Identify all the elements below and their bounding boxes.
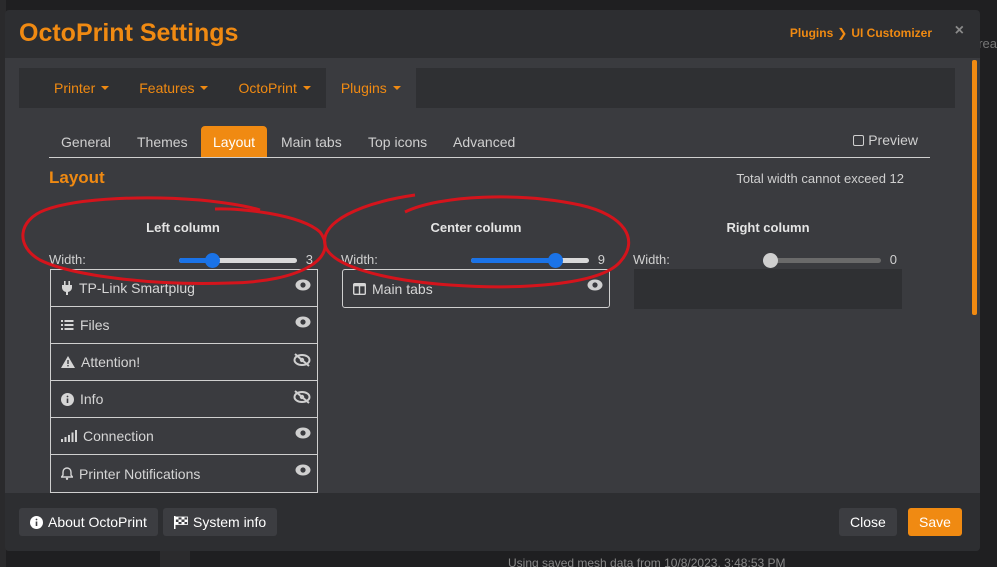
width-note: Total width cannot exceed 12 — [736, 171, 904, 186]
caret-down-icon — [101, 86, 110, 90]
left-width-slider[interactable] — [179, 253, 297, 268]
width-label: Width: — [341, 252, 378, 267]
nav-octoprint[interactable]: OctoPrint — [223, 68, 325, 108]
about-octoprint-button[interactable]: About OctoPrint — [19, 508, 158, 536]
columns-icon — [353, 282, 366, 295]
system-info-button[interactable]: System info — [163, 508, 278, 536]
info-icon — [30, 515, 43, 529]
tab-general[interactable]: General — [49, 126, 123, 157]
center-width-slider[interactable] — [471, 253, 589, 268]
eye-icon[interactable] — [295, 316, 311, 328]
panel-label: Files — [80, 317, 110, 333]
list-icon — [61, 320, 74, 330]
about-label: About OctoPrint — [48, 514, 147, 530]
slider-fill — [471, 258, 556, 263]
caret-down-icon — [200, 86, 209, 90]
plug-icon — [62, 281, 72, 295]
slider-thumb[interactable] — [548, 253, 564, 268]
panel-printer-notifications[interactable]: Printer Notifications — [51, 455, 317, 492]
width-label: Width: — [633, 252, 670, 267]
tab-main-tabs[interactable]: Main tabs — [269, 126, 354, 157]
preview-label: Preview — [868, 132, 918, 148]
modal-body: Printer Features OctoPrint Plugins Gener… — [5, 58, 980, 493]
caret-down-icon — [302, 86, 311, 90]
system-info-label: System info — [193, 514, 267, 530]
modal-footer: About OctoPrint System info Close Save — [5, 493, 980, 551]
nav-printer-label: Printer — [54, 80, 96, 96]
panel-label: TP-Link Smartplug — [79, 280, 195, 296]
left-column-title: Left column — [146, 220, 220, 235]
background-text: rea — [978, 36, 997, 51]
right-column-title: Right column — [726, 220, 810, 235]
preview-checkbox[interactable] — [853, 134, 865, 146]
left-width-value: 3 — [305, 252, 313, 267]
panel-files[interactable]: Files — [51, 307, 317, 344]
nav-features-label: Features — [139, 80, 195, 96]
panel-info[interactable]: Info — [51, 381, 317, 418]
settings-modal: OctoPrint Settings Plugins ❯ UI Customiz… — [5, 10, 980, 551]
caret-down-icon — [392, 86, 401, 90]
nav-plugins[interactable]: Plugins — [325, 68, 416, 108]
nav-features[interactable]: Features — [124, 68, 223, 108]
panel-tp-link-smartplug[interactable]: TP-Link Smartplug — [51, 270, 317, 307]
width-label: Width: — [49, 252, 86, 267]
layout-heading: Layout — [49, 168, 105, 187]
panel-connection[interactable]: Connection — [51, 418, 317, 455]
bell-icon — [61, 467, 73, 480]
layout-tabs: General Themes Layout Main tabs Top icon… — [49, 126, 930, 158]
tab-top-icons[interactable]: Top icons — [356, 126, 439, 157]
slider-thumb[interactable] — [763, 253, 778, 268]
center-column-width-row: Width: 9 — [341, 250, 609, 270]
modal-title: OctoPrint Settings — [19, 19, 239, 47]
center-column-title: Center column — [430, 220, 522, 235]
modal-header: OctoPrint Settings Plugins ❯ UI Customiz… — [5, 10, 980, 58]
panel-attention[interactable]: Attention! — [51, 344, 317, 381]
preview-toggle[interactable]: Preview — [853, 132, 918, 148]
eye-icon[interactable] — [295, 279, 311, 291]
breadcrumb-parent[interactable]: Plugins — [790, 26, 833, 40]
breadcrumb-current: UI Customizer — [851, 26, 932, 40]
right-width-slider[interactable] — [763, 253, 881, 268]
close-button[interactable]: Close — [839, 508, 897, 536]
tab-advanced[interactable]: Advanced — [441, 126, 527, 157]
eye-icon[interactable] — [587, 279, 603, 291]
modal-scrollbar[interactable] — [972, 60, 977, 315]
eye-icon[interactable] — [295, 464, 311, 476]
right-column-width-row: Width: 0 — [633, 250, 901, 270]
left-column-width-row: Width: 3 — [49, 250, 317, 270]
save-button[interactable]: Save — [908, 508, 962, 536]
background-status-text: Using saved mesh data from 10/8/2023, 3:… — [508, 556, 786, 567]
right-panel-dropzone[interactable] — [634, 269, 902, 309]
panel-label: Connection — [83, 428, 154, 444]
center-width-value: 9 — [597, 252, 605, 267]
nav-octoprint-label: OctoPrint — [238, 80, 297, 96]
settings-nav: Printer Features OctoPrint Plugins — [19, 68, 955, 108]
center-panel-list: Main tabs — [342, 269, 610, 308]
panel-main-tabs[interactable]: Main tabs — [343, 270, 609, 307]
eye-slash-icon[interactable] — [293, 390, 311, 404]
close-icon[interactable]: × — [955, 22, 964, 40]
chevron-right-icon: ❯ — [837, 26, 848, 40]
panel-label: Info — [80, 391, 104, 407]
eye-icon[interactable] — [295, 427, 311, 439]
nav-printer[interactable]: Printer — [39, 68, 124, 108]
flag-checkered-icon — [174, 515, 188, 529]
warning-icon — [61, 356, 75, 368]
left-panel-list: TP-Link Smartplug Files Attention! Info — [50, 269, 318, 493]
tab-themes[interactable]: Themes — [125, 126, 200, 157]
panel-label: Main tabs — [372, 280, 433, 297]
nav-plugins-label: Plugins — [340, 80, 387, 96]
slider-thumb[interactable] — [204, 253, 220, 268]
breadcrumb: Plugins ❯ UI Customizer — [790, 26, 932, 40]
info-icon — [61, 392, 74, 406]
signal-icon — [61, 430, 77, 442]
tab-layout[interactable]: Layout — [201, 126, 268, 157]
right-width-value: 0 — [889, 252, 897, 267]
panel-label: Attention! — [81, 354, 141, 370]
eye-slash-icon[interactable] — [293, 353, 311, 367]
panel-label: Printer Notifications — [79, 465, 201, 482]
